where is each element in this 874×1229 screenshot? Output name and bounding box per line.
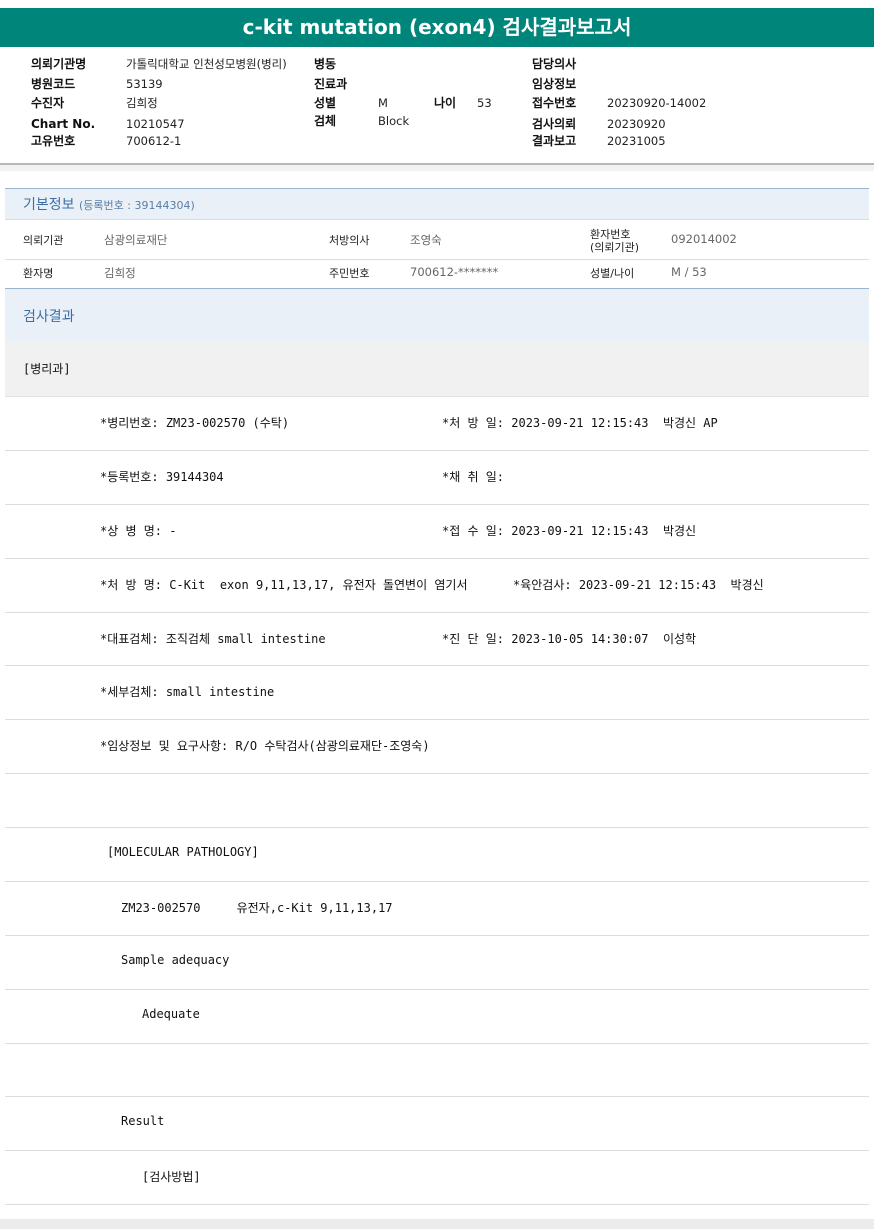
header-value: 김희정	[126, 96, 158, 110]
rrn-value: 700612-*******	[410, 265, 499, 279]
header-value: 53	[477, 96, 492, 110]
result-line-right: *진 단 일: 2023-10-05 14:30:07 이성학	[442, 632, 697, 646]
result-line-left: *병리번호: ZM23-002570 (수탁)	[100, 416, 290, 430]
header-label: 나이	[434, 96, 457, 110]
header-value: 20230920-14002	[607, 96, 707, 110]
row-divider	[5, 259, 869, 260]
result-line-left: *상 병 명: -	[100, 524, 177, 538]
header-label: 검사의뢰	[532, 117, 577, 131]
header-value: Block	[378, 114, 410, 128]
header-label: 의뢰기관명	[31, 57, 87, 71]
row-divider	[5, 558, 869, 559]
header-value: 가톨릭대학교 인천성모병원(병리)	[126, 57, 287, 71]
sex-age-value: M / 53	[671, 265, 707, 279]
molecular-pathology-title: [MOLECULAR PATHOLOGY]	[107, 845, 259, 859]
header-label: Chart No.	[31, 117, 96, 131]
row-divider	[5, 827, 869, 828]
header-label: 고유번호	[31, 134, 76, 148]
result-header: 검사결과	[5, 288, 869, 342]
row-divider	[5, 1043, 869, 1044]
header-label: 임상정보	[532, 77, 577, 91]
header-value: 20231005	[607, 134, 666, 148]
row-divider	[5, 773, 869, 774]
row-divider	[5, 1204, 869, 1205]
basic-info-header: 기본정보 (등록번호 : 39144304)	[5, 188, 869, 220]
row-divider	[5, 881, 869, 882]
row-divider	[5, 450, 869, 451]
header-value: 700612-1	[126, 134, 182, 148]
rrn-label: 주민번호	[329, 267, 370, 280]
patient-name-value: 김희정	[104, 266, 136, 280]
molecular-line: ZM23-002570 유전자,c-Kit 9,11,13,17	[121, 901, 393, 915]
header-label: 결과보고	[532, 134, 577, 148]
result-line-right: *접 수 일: 2023-09-21 12:15:43 박경신	[442, 524, 697, 538]
result-line-left: *등록번호: 39144304	[100, 470, 224, 484]
pathology-section-header: [병리과]	[5, 341, 869, 396]
header-value: M	[378, 96, 388, 110]
header-value: 20230920	[607, 117, 666, 131]
header-label: 검체	[314, 114, 337, 128]
row-divider	[5, 989, 869, 990]
result-line-left: *대표검체: 조직검체 small intestine	[100, 632, 326, 646]
header-label: 병원코드	[31, 77, 76, 91]
sample-adequacy-value: Adequate	[142, 1007, 200, 1021]
doctor-value: 조영숙	[410, 233, 442, 247]
sample-adequacy-label: Sample adequacy	[121, 953, 230, 967]
result-line-right: *처 방 일: 2023-09-21 12:15:43 박경신 AP	[442, 416, 718, 430]
registration-number: (등록번호 : 39144304)	[78, 199, 195, 212]
institution-label: 의뢰기관	[23, 234, 64, 247]
patient-name-label: 환자명	[23, 267, 54, 280]
row-divider	[5, 1096, 869, 1097]
row-divider	[5, 396, 869, 397]
result-line-right: *육안검사: 2023-09-21 12:15:43 박경신	[513, 578, 764, 592]
result-line-left: *세부검체: small intestine	[100, 685, 275, 699]
section-gap	[0, 165, 874, 171]
result-line-right: *채 취 일:	[442, 470, 505, 484]
header-label: 담당의사	[532, 57, 577, 71]
row-divider	[5, 612, 869, 613]
basic-info-title: 기본정보 (등록번호 : 39144304)	[23, 194, 195, 214]
test-method-label: [검사방법]	[142, 1170, 201, 1184]
pathology-section-title: [병리과]	[23, 362, 71, 376]
row-divider	[5, 504, 869, 505]
page-bottom-band	[0, 1219, 874, 1229]
patient-id-value: 092014002	[671, 232, 737, 246]
basic-info-title-text: 기본정보	[23, 197, 75, 213]
row-divider	[5, 719, 869, 720]
institution-value: 삼광의료재단	[104, 233, 168, 247]
row-divider	[5, 1150, 869, 1151]
header-label: 성별	[314, 96, 337, 110]
result-title: 검사결과	[23, 309, 75, 325]
result-label: Result	[121, 1114, 165, 1128]
header-label: 접수번호	[532, 96, 577, 110]
header-label: 진료과	[314, 77, 348, 91]
header-label: 병동	[314, 57, 337, 71]
row-divider	[5, 935, 869, 936]
doctor-label: 처방의사	[329, 234, 370, 247]
report-title: c-kit mutation (exon4) 검사결과보고서	[0, 8, 874, 47]
patient-id-label-sub: (의뢰기관)	[590, 241, 640, 254]
row-divider	[5, 665, 869, 666]
header-label: 수진자	[31, 96, 65, 110]
header-value: 53139	[126, 77, 163, 91]
sex-age-label: 성별/나이	[590, 267, 635, 280]
header-value: 10210547	[126, 117, 185, 131]
result-line-left: *처 방 명: C-Kit exon 9,11,13,17, 유전자 돌연변이 …	[100, 578, 468, 592]
result-line-left: *임상정보 및 요구사항: R/O 수탁검사(삼광의료재단-조영숙)	[100, 739, 430, 753]
